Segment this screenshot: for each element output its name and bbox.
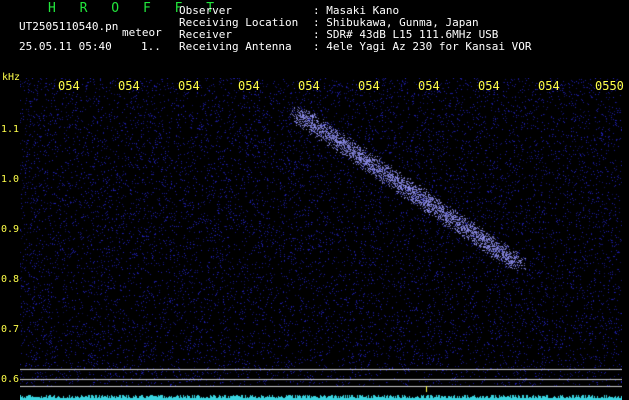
x-tick-label: 054: [118, 79, 140, 93]
location-value: : Shibukawa, Gunma, Japan: [313, 16, 479, 29]
x-tick-label: 054: [478, 79, 500, 93]
x-tick-label: 054: [58, 79, 80, 93]
y-axis-unit: kHz: [2, 72, 21, 83]
interval-label: 1..: [141, 40, 161, 53]
y-tick-label: 0.6: [1, 374, 20, 385]
x-tick-label: 0550: [595, 79, 624, 93]
receiver-value: : SDR# 43dB L15 111.6MHz USB: [313, 28, 499, 41]
x-tick-label: 054: [238, 79, 260, 93]
location-label: Receiving Location: [179, 16, 299, 29]
date-time: 25.05.11 05:40: [19, 40, 112, 53]
spectrogram-canvas: [20, 78, 622, 400]
file-name: UT2505110540.pn: [19, 20, 119, 33]
x-tick-label: 054: [538, 79, 560, 93]
antenna-label: Receiving Antenna: [179, 40, 292, 53]
observer-label: Observer: [179, 4, 232, 17]
spectrogram-plot: [20, 78, 622, 400]
y-tick-label: 0.8: [1, 274, 20, 285]
receiver-label: Receiver: [179, 28, 232, 41]
x-tick-label: 054: [298, 79, 320, 93]
y-tick-label: 0.9: [1, 224, 20, 235]
observer-value: : Masaki Kano: [313, 4, 400, 17]
y-tick-label: 0.7: [1, 324, 20, 335]
x-tick-label: 054: [358, 79, 380, 93]
x-tick-label: 054: [418, 79, 440, 93]
y-tick-label: 1.0: [1, 174, 20, 185]
y-tick-label: 1.1: [1, 124, 20, 135]
x-tick-label: 054: [178, 79, 200, 93]
antenna-value: : 4ele Yagi Az 230 for Kansai VOR: [313, 40, 532, 53]
mode-label: meteor: [122, 26, 162, 39]
